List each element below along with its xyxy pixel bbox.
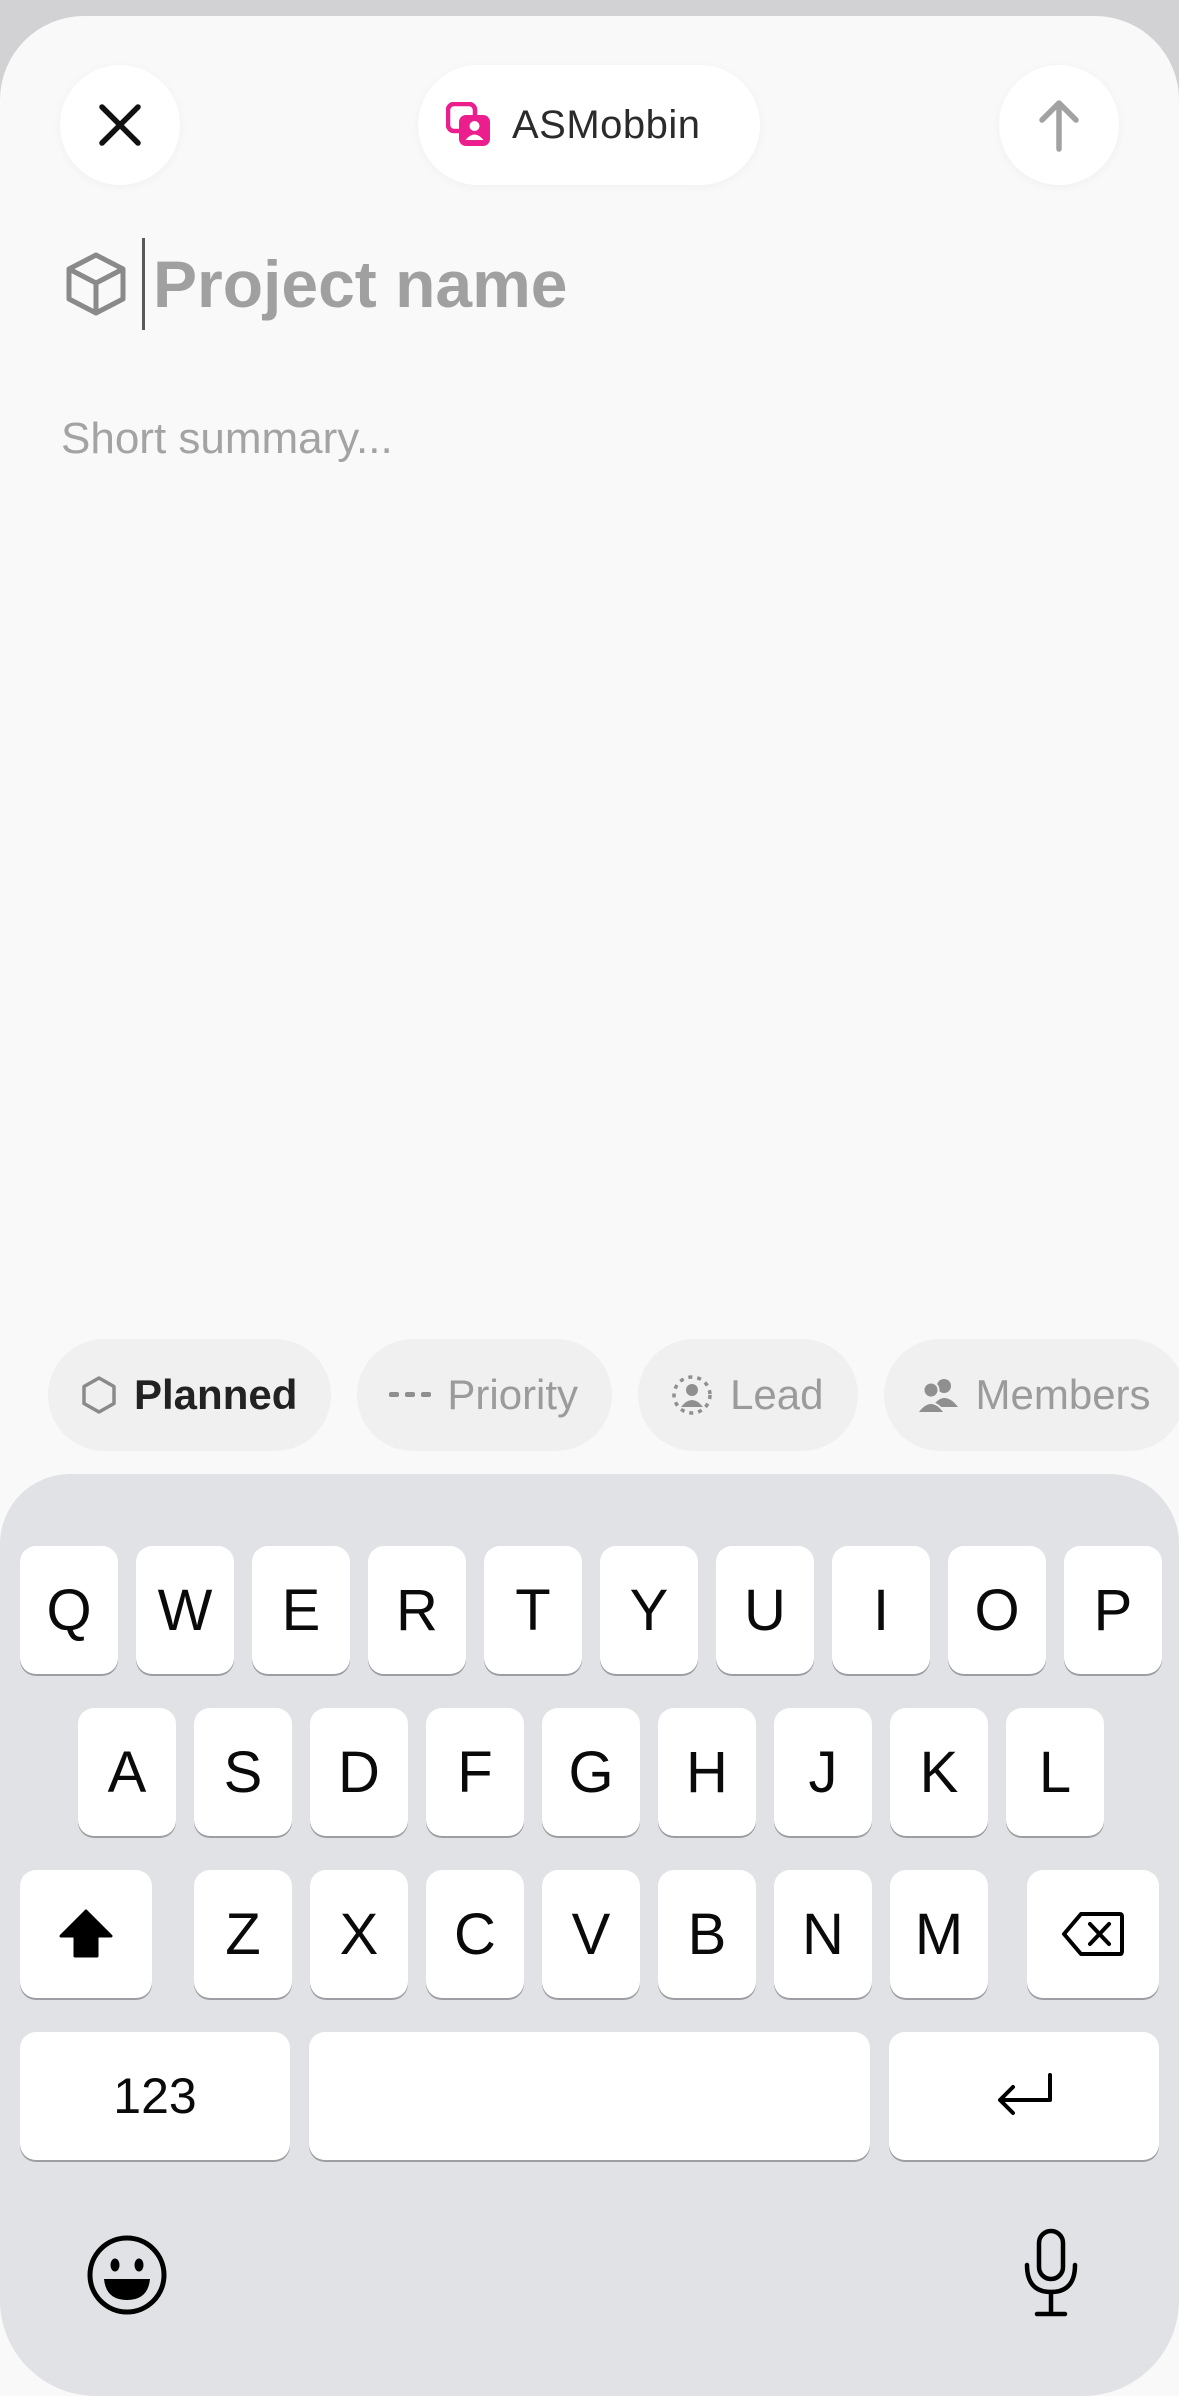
keyboard: Q W E R T Y U I O P A S D F G H J K L Z …	[0, 1474, 1179, 2396]
key-u[interactable]: U	[716, 1546, 814, 1674]
key-y[interactable]: Y	[600, 1546, 698, 1674]
key-k[interactable]: K	[890, 1708, 988, 1836]
numbers-key[interactable]: 123	[20, 2032, 290, 2160]
close-button[interactable]	[60, 65, 180, 185]
priority-chip-label: Priority	[447, 1371, 579, 1418]
priority-dashes-icon	[389, 1392, 432, 1397]
emoji-button[interactable]	[86, 2234, 168, 2316]
delete-icon	[1062, 1912, 1124, 1956]
submit-button[interactable]	[999, 65, 1119, 185]
project-name-input[interactable]: Project name	[153, 246, 568, 322]
cube-icon[interactable]	[62, 250, 130, 318]
shift-key[interactable]	[20, 1870, 152, 1998]
key-t[interactable]: T	[484, 1546, 582, 1674]
close-icon	[99, 104, 141, 146]
members-chip[interactable]: Members	[883, 1339, 1179, 1451]
arrow-up-icon	[1039, 100, 1079, 152]
team-name: ASMobbin	[512, 102, 701, 147]
status-chip[interactable]: Planned	[48, 1339, 332, 1451]
team-avatar-icon	[446, 102, 490, 146]
lead-chip[interactable]: Lead	[638, 1339, 858, 1451]
key-a[interactable]: A	[78, 1708, 176, 1836]
priority-chip[interactable]: Priority	[357, 1339, 613, 1451]
key-e[interactable]: E	[252, 1546, 350, 1674]
summary-input[interactable]: Short summary...	[61, 414, 393, 464]
key-r[interactable]: R	[368, 1546, 466, 1674]
members-chip-label: Members	[975, 1371, 1151, 1418]
key-n[interactable]: N	[774, 1870, 872, 1998]
key-s[interactable]: S	[194, 1708, 292, 1836]
microphone-button[interactable]	[1020, 2228, 1082, 2318]
key-b[interactable]: B	[658, 1870, 756, 1998]
key-f[interactable]: F	[426, 1708, 524, 1836]
return-key[interactable]	[889, 2032, 1159, 2160]
members-icon	[915, 1379, 958, 1414]
properties-bar: Planned Priority Lead Members	[48, 1339, 1179, 1451]
key-z[interactable]: Z	[194, 1870, 292, 1998]
lead-chip-label: Lead	[730, 1371, 824, 1418]
key-w[interactable]: W	[136, 1546, 234, 1674]
key-i[interactable]: I	[832, 1546, 930, 1674]
key-v[interactable]: V	[542, 1870, 640, 1998]
text-cursor	[142, 238, 145, 330]
key-d[interactable]: D	[310, 1708, 408, 1836]
key-l[interactable]: L	[1006, 1708, 1104, 1836]
status-chip-label: Planned	[134, 1371, 298, 1418]
microphone-icon	[1024, 2228, 1078, 2317]
hexagon-icon	[82, 1376, 116, 1414]
key-p[interactable]: P	[1064, 1546, 1162, 1674]
key-m[interactable]: M	[890, 1870, 988, 1998]
lead-person-icon	[672, 1375, 712, 1415]
key-q[interactable]: Q	[20, 1546, 118, 1674]
key-o[interactable]: O	[948, 1546, 1046, 1674]
project-name-row: Project name	[62, 238, 568, 330]
key-j[interactable]: J	[774, 1708, 872, 1836]
emoji-icon	[87, 2235, 167, 2315]
shift-icon	[59, 1909, 113, 1958]
delete-key[interactable]	[1027, 1870, 1159, 1998]
key-h[interactable]: H	[658, 1708, 756, 1836]
key-g[interactable]: G	[542, 1708, 640, 1836]
key-x[interactable]: X	[310, 1870, 408, 1998]
return-icon	[998, 2073, 1052, 2115]
team-selector[interactable]: ASMobbin	[418, 65, 760, 185]
space-key[interactable]	[309, 2032, 870, 2160]
key-c[interactable]: C	[426, 1870, 524, 1998]
